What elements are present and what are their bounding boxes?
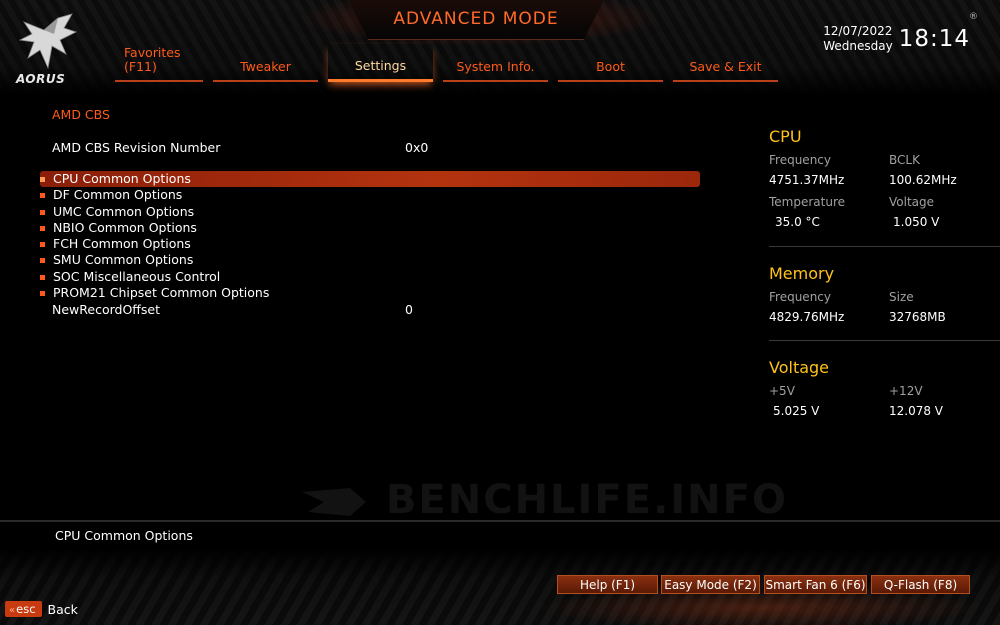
memory-title: Memory bbox=[769, 264, 835, 283]
q-flash-button[interactable]: Q-Flash (F8) bbox=[871, 575, 970, 594]
memory-frequency-value: 4829.76MHz bbox=[769, 310, 845, 324]
back-label: Back bbox=[47, 601, 78, 617]
section-title: AMD CBS bbox=[52, 107, 110, 122]
menu-item-nbio-common-options[interactable]: NBIO Common Options bbox=[40, 220, 700, 236]
cpu-frequency-value: 4751.37MHz bbox=[769, 173, 845, 187]
cpu-bclk-value: 100.62MHz bbox=[889, 173, 957, 187]
panel-divider bbox=[769, 340, 1000, 341]
menu-item-label: SOC Miscellaneous Control bbox=[53, 268, 221, 284]
voltage-title: Voltage bbox=[769, 358, 830, 377]
revision-value: 0x0 bbox=[405, 140, 429, 155]
tab-tweaker[interactable]: Tweaker bbox=[213, 44, 318, 82]
bullet-icon bbox=[40, 274, 45, 280]
tab-tweaker-label: Tweaker bbox=[240, 59, 291, 74]
menu-item-fch-common-options[interactable]: FCH Common Options bbox=[40, 236, 700, 252]
plus5v-value: 5.025 V bbox=[773, 404, 820, 418]
esc-key-label: esc bbox=[16, 602, 36, 616]
panel-divider bbox=[769, 246, 1000, 247]
watermark-text: BENCHLIFE.INFO bbox=[385, 477, 788, 523]
watermark: BENCHLIFE.INFO bbox=[300, 477, 788, 523]
menu-item-label: NBIO Common Options bbox=[53, 219, 197, 235]
menu-item-smu-common-options[interactable]: SMU Common Options bbox=[40, 252, 700, 268]
record-offset-label: NewRecordOffset bbox=[52, 302, 161, 317]
revision-label: AMD CBS Revision Number bbox=[52, 140, 221, 155]
menu-item-soc-misc-control[interactable]: SOC Miscellaneous Control bbox=[40, 269, 700, 285]
tab-boot-label: Boot bbox=[596, 59, 625, 74]
date-block: 12/07/2022 Wednesday bbox=[823, 24, 892, 54]
cpu-panel-title: CPU bbox=[769, 127, 999, 146]
registered-mark: ® bbox=[969, 12, 978, 22]
memory-panel-title: Memory bbox=[769, 264, 999, 283]
cpu-voltage-value: 1.050 V bbox=[893, 215, 940, 229]
cpu-title: CPU bbox=[769, 127, 802, 146]
tab-settings[interactable]: Settings bbox=[328, 44, 433, 82]
double-chevron-left-icon: « bbox=[9, 605, 16, 616]
menu-item-label: PROM21 Chipset Common Options bbox=[53, 285, 270, 301]
menu-item-df-common-options[interactable]: DF Common Options bbox=[40, 187, 700, 203]
menu-item-label: FCH Common Options bbox=[53, 236, 191, 252]
bullet-icon bbox=[40, 225, 45, 231]
cbs-menu-list: CPU Common Options DF Common Options UMC… bbox=[40, 171, 700, 301]
menu-item-label: DF Common Options bbox=[53, 187, 183, 203]
smart-fan-button[interactable]: Smart Fan 6 (F6) bbox=[764, 575, 867, 594]
menu-item-cpu-common-options[interactable]: CPU Common Options bbox=[40, 171, 700, 188]
weekday-text: Wednesday bbox=[823, 39, 893, 53]
cpu-temperature-value: 35.0 °C bbox=[775, 215, 820, 229]
record-offset-value: 0 bbox=[405, 302, 413, 317]
bullet-icon bbox=[40, 291, 45, 297]
date-text: 12/07/2022 bbox=[823, 24, 893, 38]
help-button[interactable]: Help (F1) bbox=[557, 575, 658, 594]
tab-save-exit-label: Save & Exit bbox=[689, 59, 762, 74]
bullet-icon bbox=[40, 209, 45, 215]
tab-system-info-label: System Info. bbox=[456, 59, 535, 74]
tab-favorites[interactable]: Favorites (F11) bbox=[115, 44, 203, 82]
esc-back-button[interactable]: «esc Back bbox=[5, 601, 78, 617]
voltage-panel-title: Voltage bbox=[769, 358, 999, 377]
cpu-voltage-label: Voltage bbox=[889, 195, 935, 209]
bullet-icon bbox=[40, 193, 45, 199]
memory-size-label: Size bbox=[889, 290, 914, 304]
menu-item-prom21-chipset-options[interactable]: PROM21 Chipset Common Options bbox=[40, 285, 700, 301]
bullet-icon bbox=[40, 177, 45, 182]
tab-favorites-label: Favorites bbox=[124, 45, 181, 60]
memory-frequency-label: Frequency bbox=[769, 290, 831, 304]
plus5v-label: +5V bbox=[769, 384, 795, 398]
watermark-logo-icon bbox=[302, 488, 366, 516]
plus12v-label: +12V bbox=[889, 384, 923, 398]
menu-item-umc-common-options[interactable]: UMC Common Options bbox=[40, 204, 700, 220]
easy-mode-button[interactable]: Easy Mode (F2) bbox=[661, 575, 760, 594]
tab-boot[interactable]: Boot bbox=[558, 44, 663, 82]
menu-item-label: SMU Common Options bbox=[53, 252, 194, 268]
bullet-icon bbox=[40, 258, 45, 264]
memory-size-value: 32768MB bbox=[889, 310, 946, 324]
esc-key: «esc bbox=[5, 601, 42, 617]
bullet-icon bbox=[40, 242, 45, 248]
tab-save-exit[interactable]: Save & Exit bbox=[673, 44, 778, 82]
cpu-frequency-label: Frequency bbox=[769, 153, 831, 167]
menu-item-label: UMC Common Options bbox=[53, 203, 195, 219]
date-time: 12/07/2022 Wednesday 18:14 bbox=[823, 24, 970, 54]
tab-system-info[interactable]: System Info. bbox=[443, 44, 548, 82]
tab-favorites-key: (F11) bbox=[124, 59, 157, 74]
cpu-temperature-label: Temperature bbox=[769, 195, 846, 209]
clock-text: 18:14 bbox=[898, 26, 970, 52]
menu-item-label: CPU Common Options bbox=[53, 171, 191, 186]
tab-settings-label: Settings bbox=[354, 58, 407, 73]
help-text: CPU Common Options bbox=[55, 528, 193, 543]
logo-text: AORUS bbox=[16, 72, 66, 86]
mode-title: ADVANCED MODE bbox=[393, 9, 559, 29]
cpu-bclk-label: BCLK bbox=[889, 153, 920, 167]
plus12v-value: 12.078 V bbox=[889, 404, 944, 418]
top-tabs: Favorites (F11) Tweaker Settings System I… bbox=[115, 44, 778, 82]
